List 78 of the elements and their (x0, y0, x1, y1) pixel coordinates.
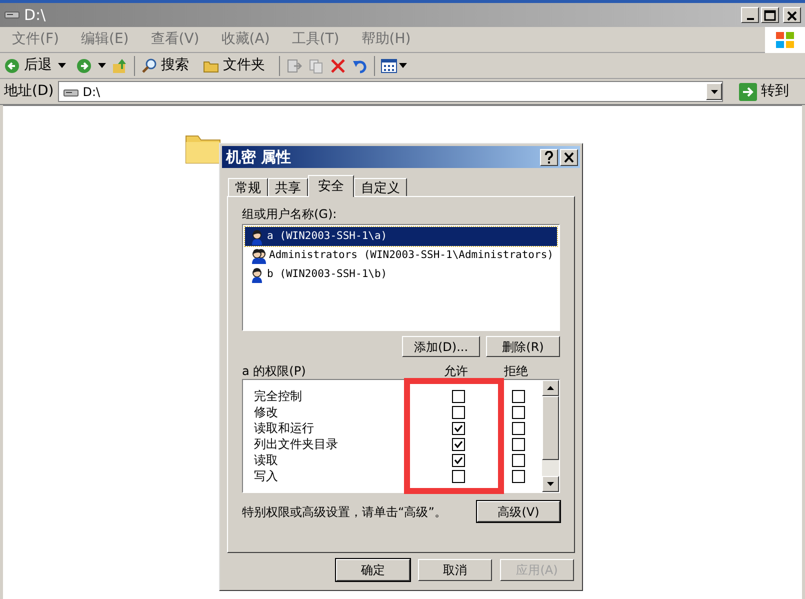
forward-button[interactable] (76, 58, 92, 74)
search-icon (141, 58, 157, 74)
dialog-button[interactable]: 确定 (336, 559, 410, 581)
scroll-up-button[interactable] (542, 380, 559, 396)
user-row[interactable]: Administrators (WIN2003-SSH-1\Administrators) (245, 246, 557, 265)
help-icon (544, 150, 554, 164)
permission-label: 完全控制 (253, 389, 303, 403)
advanced-hint: 特别权限或高级设置，请单击“高级”。 (242, 504, 446, 520)
dialog-title: 机密 属性 (226, 146, 292, 168)
close-button[interactable] (560, 148, 578, 166)
checkbox[interactable] (512, 470, 524, 482)
permissions-label: a 的权限(P) (242, 364, 306, 379)
go-button[interactable]: 转到 (735, 81, 793, 102)
minimize-icon (746, 18, 754, 20)
up-arrow-icon (547, 386, 554, 390)
checkbox[interactable] (512, 406, 524, 418)
checkbox[interactable] (452, 438, 464, 450)
back-button[interactable]: 后退 (4, 55, 52, 76)
grid-view-icon (381, 58, 397, 72)
column-header: 允许 (443, 364, 469, 379)
caret-icon (399, 62, 407, 68)
person-icon (249, 228, 265, 244)
folder-up-icon (112, 58, 128, 74)
tab[interactable]: 自定义 (354, 178, 407, 196)
delete-x-icon (330, 58, 346, 74)
dropdown-caret-icon (58, 62, 66, 68)
close-icon (785, 8, 799, 22)
permission-label: 读取 (253, 453, 279, 467)
checkbox[interactable] (452, 390, 464, 402)
flag-logo-icon (775, 31, 795, 49)
checkbox[interactable] (452, 454, 464, 466)
add-button[interactable]: 添加(D)... (402, 336, 480, 357)
checkbox[interactable] (512, 438, 524, 450)
checkbox[interactable] (512, 422, 524, 434)
permission-label: 读取和运行 (253, 421, 315, 435)
close-icon (563, 152, 575, 162)
remove-button[interactable]: 删除(R) (486, 336, 560, 357)
scroll-down-button[interactable] (542, 476, 559, 492)
tab[interactable]: 安全 (308, 175, 354, 197)
user-row[interactable]: b (WIN2003-SSH-1\b) (245, 265, 557, 284)
permission-label: 列出文件夹目录 (253, 437, 339, 451)
checkbox[interactable] (452, 470, 464, 482)
checkbox[interactable] (512, 390, 524, 402)
close-button[interactable] (783, 7, 801, 23)
folder-icon (203, 58, 219, 72)
advanced-button[interactable]: 高级(V) (477, 501, 560, 522)
user-row[interactable]: a (WIN2003-SSH-1\a) (245, 227, 557, 246)
permission-label: 写入 (253, 469, 279, 483)
maximize-button[interactable] (761, 7, 779, 23)
down-arrow-icon (547, 482, 554, 486)
tab[interactable]: 常规 (228, 178, 268, 196)
folders-button[interactable]: 文件夹 (203, 55, 265, 76)
window-title: D:\ (24, 4, 46, 26)
scrollbar[interactable] (542, 380, 559, 492)
address-field[interactable]: D:\ (58, 81, 723, 102)
checkbox[interactable] (452, 422, 464, 434)
column-header: 拒绝 (503, 364, 529, 379)
tab[interactable]: 共享 (268, 178, 308, 196)
help-button[interactable] (540, 148, 558, 166)
search-button[interactable]: 搜索 (141, 55, 189, 76)
dropdown-button[interactable] (706, 83, 722, 100)
users-label: 组或用户名称(G): (242, 207, 338, 222)
copy-page-icon (308, 58, 324, 74)
maximize-icon (763, 8, 777, 22)
minimize-button[interactable] (741, 7, 759, 23)
scroll-thumb[interactable] (542, 396, 559, 460)
address-label: 地址(D) (4, 82, 54, 101)
checkbox[interactable] (452, 406, 464, 418)
dialog-button[interactable]: 取消 (418, 559, 492, 581)
checkbox[interactable] (512, 454, 524, 466)
dropdown-caret-icon (98, 62, 106, 68)
move-page-icon (286, 58, 302, 74)
caret-icon (710, 90, 718, 94)
views-button[interactable] (381, 58, 407, 72)
person-icon (249, 266, 265, 282)
delete-button[interactable] (330, 58, 346, 74)
permission-label: 修改 (253, 405, 279, 419)
people-icon (249, 248, 267, 264)
